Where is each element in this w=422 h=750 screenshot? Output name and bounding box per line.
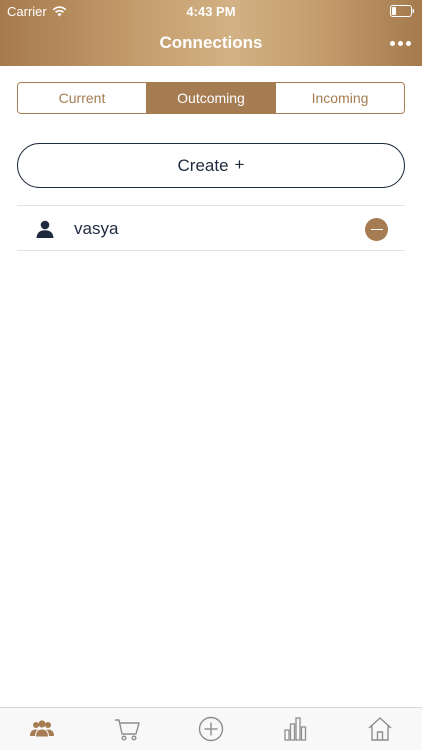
tab-add[interactable] — [169, 708, 253, 750]
tab-bar — [0, 707, 422, 750]
create-button[interactable]: Create + — [17, 143, 405, 188]
segment-incoming[interactable]: Incoming — [276, 83, 404, 113]
connections-list: vasya — [17, 205, 405, 251]
remove-connection-button[interactable] — [365, 218, 388, 241]
tab-cart[interactable] — [84, 708, 168, 750]
users-icon — [30, 720, 55, 738]
plus-circle-icon — [198, 716, 224, 742]
tab-home[interactable] — [338, 708, 422, 750]
tab-statistics[interactable] — [253, 708, 337, 750]
connection-name: vasya — [74, 219, 119, 238]
more-options-button[interactable] — [386, 32, 414, 54]
bar-chart-icon — [284, 717, 307, 741]
list-item[interactable]: vasya — [17, 205, 405, 251]
plus-icon: + — [234, 154, 245, 174]
person-icon — [36, 220, 54, 238]
cart-icon — [114, 719, 140, 741]
segment-current[interactable]: Current — [18, 83, 147, 113]
home-icon — [368, 717, 392, 741]
minus-circle-icon — [370, 228, 383, 231]
page-title: Connections — [159, 33, 263, 52]
ellipsis-dot — [397, 40, 403, 46]
battery-icon — [390, 5, 415, 17]
navigation-header: Carrier 4:43 PM Connections — [0, 0, 422, 66]
segment-outcoming[interactable]: Outcoming — [147, 83, 276, 113]
status-bar: Carrier 4:43 PM — [0, 0, 422, 22]
create-button-label: Create — [177, 155, 229, 175]
connections-segmented-control: Current Outcoming Incoming — [17, 82, 405, 114]
tab-connections[interactable] — [0, 708, 84, 750]
ellipsis-icon — [389, 40, 395, 46]
status-time: 4:43 PM — [186, 4, 236, 19]
ellipsis-dot — [405, 40, 411, 46]
